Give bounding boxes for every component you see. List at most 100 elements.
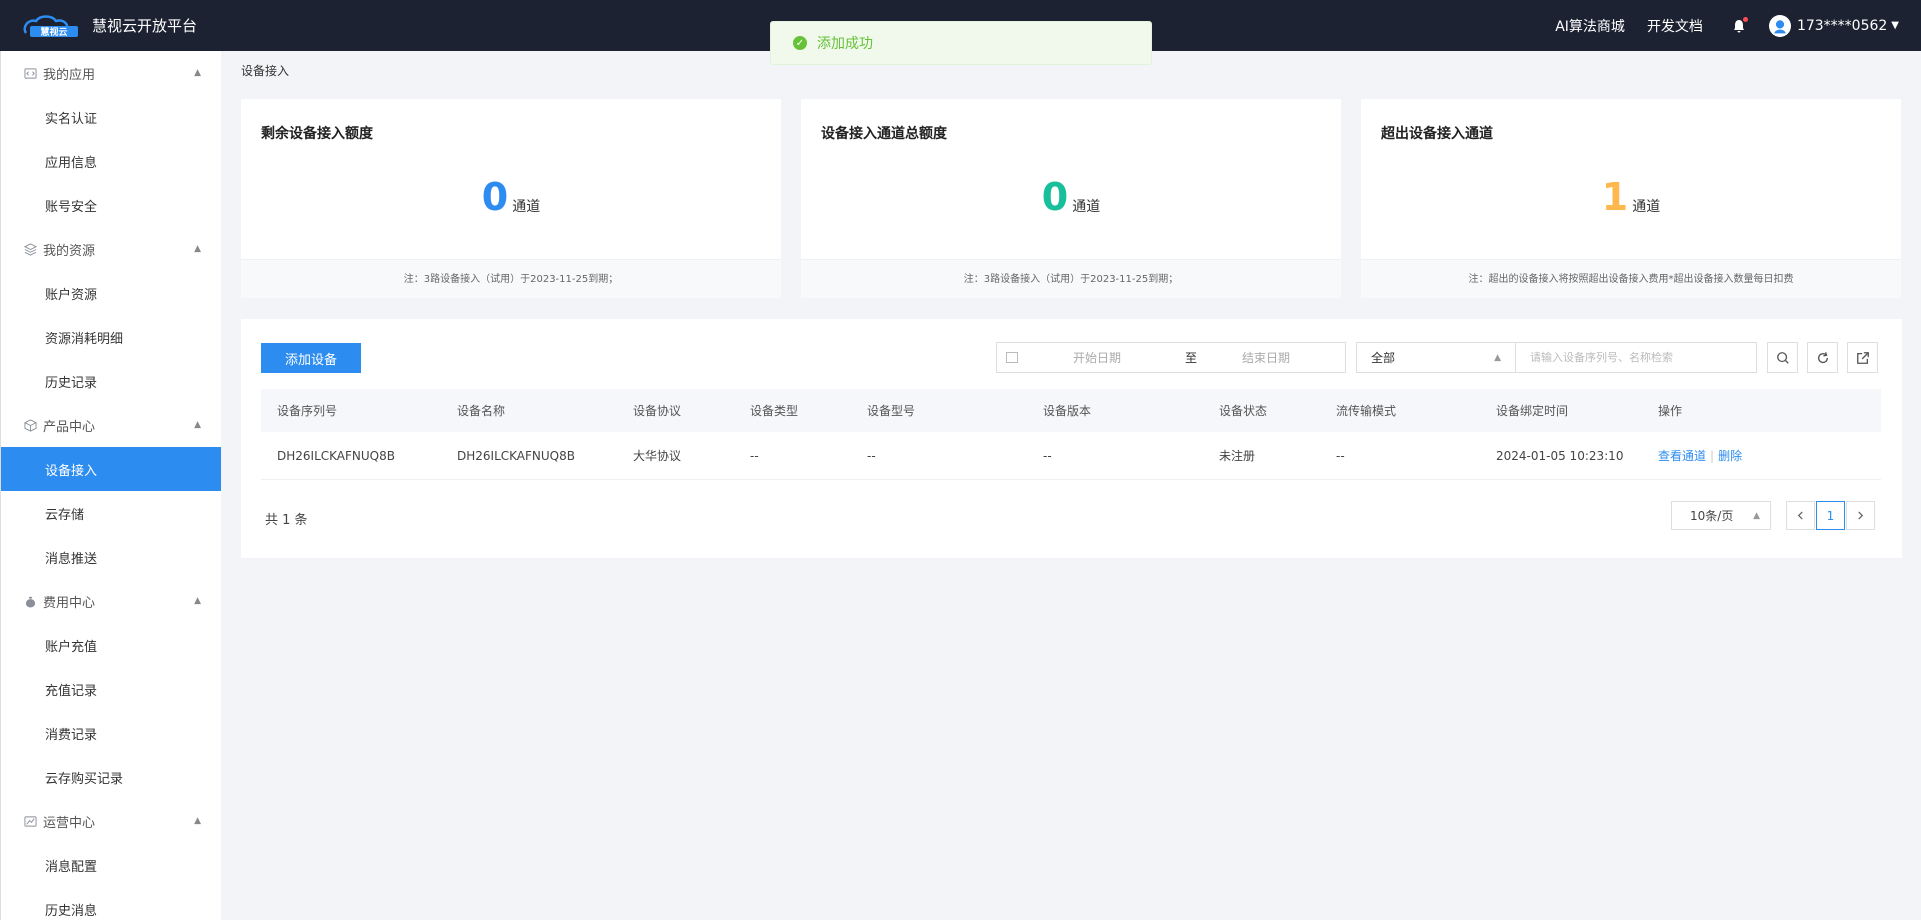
- header-name: 设备名称: [457, 404, 506, 418]
- prev-page-button[interactable]: [1786, 501, 1815, 530]
- success-toast: ✓ 添加成功: [770, 21, 1152, 65]
- cell-type: --: [750, 448, 759, 463]
- chevron-up-icon: ▲: [194, 244, 201, 254]
- sidebar-item-device-access[interactable]: 设备接入: [1, 447, 221, 491]
- stat-card-total-quota: 设备接入通道总额度 0 通道 注：3路设备接入（试用）于2023-11-25到期；: [801, 99, 1341, 298]
- stat-note: 注：3路设备接入（试用）于2023-11-25到期；: [801, 259, 1341, 298]
- stat-unit: 通道: [1632, 198, 1661, 215]
- logo-icon: 慧视云: [20, 13, 82, 39]
- cell-version: --: [1043, 448, 1052, 463]
- status-select-value: 全部: [1371, 351, 1396, 365]
- start-date-input[interactable]: 开始日期: [1073, 349, 1173, 366]
- page-1-button[interactable]: 1: [1816, 501, 1845, 530]
- money-bag-icon: [23, 594, 37, 608]
- stat-card-exceeded-channels: 超出设备接入通道 1 通道 注：超出的设备接入将按照超出设备接入费用*超出设备接入…: [1361, 99, 1901, 298]
- stat-value: 0: [481, 175, 509, 219]
- sidebar-item-account-security[interactable]: 账号安全: [1, 183, 221, 227]
- cell-status: 未注册: [1219, 449, 1256, 463]
- stat-title: 设备接入通道总额度: [821, 126, 947, 142]
- docs-link[interactable]: 开发文档: [1647, 16, 1703, 36]
- notification-bell-icon[interactable]: [1731, 16, 1748, 34]
- refresh-button[interactable]: [1807, 342, 1838, 373]
- sidebar-item-account-resources[interactable]: 账户资源: [1, 271, 221, 315]
- end-date-input[interactable]: 结束日期: [1242, 349, 1290, 366]
- sidebar-group-operations[interactable]: 运营中心 ▲: [1, 799, 221, 843]
- check-circle-icon: ✓: [793, 36, 807, 50]
- header-protocol: 设备协议: [633, 404, 682, 418]
- sidebar-group-label: 费用中心: [43, 595, 96, 611]
- cell-bind-time: 2024-01-05 10:23:10: [1496, 448, 1624, 463]
- delete-link[interactable]: 删除: [1718, 449, 1742, 463]
- refresh-icon: [1817, 351, 1828, 363]
- stat-value: 1: [1601, 175, 1629, 219]
- sidebar-item-consumption-records[interactable]: 消费记录: [1, 711, 221, 755]
- sidebar-group-my-resources[interactable]: 我的资源 ▲: [1, 227, 221, 271]
- notification-dot: [1742, 16, 1748, 22]
- date-range-picker[interactable]: 开始日期 至 结束日期: [996, 342, 1346, 373]
- sidebar-item-history[interactable]: 历史记录: [1, 359, 221, 403]
- sidebar-item-recharge-records[interactable]: 充值记录: [1, 667, 221, 711]
- chevron-right-icon: [1858, 511, 1864, 520]
- toast-message: 添加成功: [817, 36, 873, 52]
- total-count: 共 1 条: [265, 513, 308, 528]
- page-size-select[interactable]: 10条/页 ▲: [1671, 501, 1771, 530]
- logo[interactable]: 慧视云 慧视云开放平台: [20, 13, 197, 39]
- chart-icon: [23, 814, 37, 828]
- sidebar-group-products[interactable]: 产品中心 ▲: [1, 403, 221, 447]
- username: 173****0562: [1796, 17, 1888, 34]
- sidebar-item-message-push[interactable]: 消息推送: [1, 535, 221, 579]
- stat-title: 剩余设备接入额度: [261, 126, 373, 142]
- header-serial: 设备序列号: [277, 404, 338, 418]
- sidebar-item-realname[interactable]: 实名认证: [1, 95, 221, 139]
- cell-serial: DH26ILCKAFNUQ8B: [277, 448, 395, 463]
- calendar-icon: [1006, 352, 1018, 363]
- device-search-input[interactable]: [1515, 342, 1757, 373]
- sidebar: 我的应用 ▲ 实名认证 应用信息 账号安全 我的资源 ▲ 账户资源 资源消耗明细…: [0, 51, 221, 920]
- chevron-down-icon: ▼: [1891, 20, 1899, 31]
- device-panel: 添加设备 开始日期 至 结束日期 全部 ▲ 设备序列号 设备名称 设备协议 设备…: [241, 319, 1902, 558]
- sidebar-group-billing[interactable]: 费用中心 ▲: [1, 579, 221, 623]
- stat-note: 注：3路设备接入（试用）于2023-11-25到期；: [241, 259, 781, 298]
- sidebar-item-resource-usage[interactable]: 资源消耗明细: [1, 315, 221, 359]
- breadcrumb: 设备接入: [241, 64, 290, 78]
- code-icon: [23, 66, 37, 80]
- export-icon: [1856, 351, 1869, 364]
- sidebar-group-label: 我的应用: [43, 67, 96, 83]
- status-select[interactable]: 全部 ▲: [1356, 342, 1516, 373]
- logo-text: 慧视云: [40, 26, 67, 38]
- header-bind-time: 设备绑定时间: [1496, 404, 1569, 418]
- cell-name: DH26ILCKAFNUQ8B: [457, 448, 575, 463]
- next-page-button[interactable]: [1846, 501, 1875, 530]
- sidebar-item-cloud-purchase-records[interactable]: 云存购买记录: [1, 755, 221, 799]
- sidebar-group-label: 运营中心: [43, 815, 96, 831]
- device-table: 设备序列号 设备名称 设备协议 设备类型 设备型号 设备版本 设备状态 流传输模…: [261, 389, 1881, 480]
- sidebar-item-cloud-storage[interactable]: 云存储: [1, 491, 221, 535]
- view-channels-link[interactable]: 查看通道: [1658, 449, 1706, 463]
- sidebar-item-message-config[interactable]: 消息配置: [1, 843, 221, 887]
- cell-protocol: 大华协议: [633, 449, 682, 463]
- sidebar-group-label: 产品中心: [43, 419, 96, 435]
- cell-model: --: [867, 448, 876, 463]
- cube-icon: [23, 418, 37, 432]
- stat-unit: 通道: [512, 198, 541, 215]
- add-device-button[interactable]: 添加设备: [261, 343, 361, 373]
- sidebar-item-app-info[interactable]: 应用信息: [1, 139, 221, 183]
- search-icon: [1776, 351, 1789, 364]
- chevron-up-icon: ▲: [194, 68, 201, 78]
- chevron-up-icon: ▲: [194, 596, 201, 606]
- ai-store-link[interactable]: AI算法商城: [1555, 16, 1625, 36]
- chevron-up-icon: ▲: [1494, 352, 1501, 363]
- header-stream-mode: 流传输模式: [1336, 404, 1397, 418]
- chevron-left-icon: [1797, 511, 1803, 520]
- user-menu[interactable]: 173****0562 ▼: [1768, 14, 1899, 37]
- sidebar-group-my-apps[interactable]: 我的应用 ▲: [1, 51, 221, 95]
- header-type: 设备类型: [750, 404, 799, 418]
- sidebar-item-recharge[interactable]: 账户充值: [1, 623, 221, 667]
- cell-actions: 查看通道 | 删除: [1658, 447, 1742, 464]
- search-button[interactable]: [1767, 342, 1798, 373]
- stat-value: 0: [1041, 175, 1069, 219]
- stat-unit: 通道: [1072, 198, 1101, 215]
- platform-title: 慧视云开放平台: [92, 17, 198, 35]
- export-button[interactable]: [1847, 342, 1878, 373]
- sidebar-item-message-history[interactable]: 历史消息: [1, 887, 221, 920]
